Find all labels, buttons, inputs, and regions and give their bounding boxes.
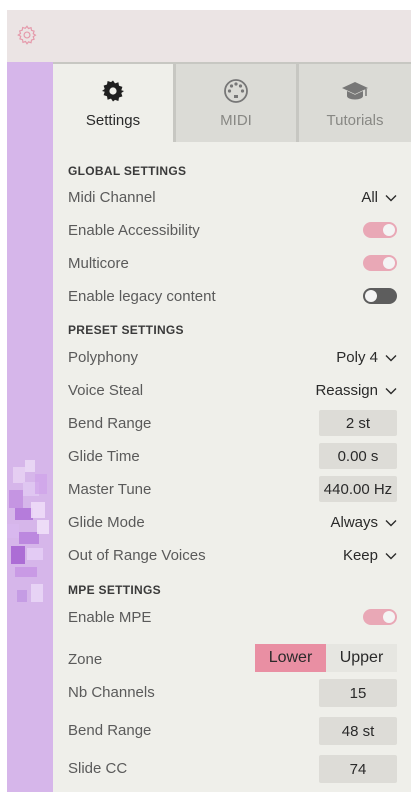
mpe-bend-range-label: Bend Range [68,722,152,739]
bend-range-label: Bend Range [68,415,152,432]
glide-mode-label: Glide Mode [68,514,145,531]
graduation-cap-icon [341,78,369,104]
tab-midi[interactable]: MIDI [176,64,296,142]
mpe-bend-range-field[interactable]: 48 st [319,717,397,745]
chevron-down-icon [385,387,397,394]
tab-tutorials-label: Tutorials [326,112,384,129]
legacy-content-row: Enable legacy content [53,282,411,312]
nb-channels-label: Nb Channels [68,684,155,701]
settings-toggle-button[interactable] [13,21,41,49]
polyphony-row: Polyphony Poly 4 [53,343,411,373]
sidebar-strip [7,62,53,792]
out-of-range-dropdown[interactable]: Keep [343,547,397,564]
accessibility-toggle[interactable] [363,222,397,238]
top-bar [7,10,411,62]
voice-steal-row: Voice Steal Reassign [53,376,411,406]
toggle-knob [383,257,395,269]
polyphony-dropdown[interactable]: Poly 4 [336,349,397,366]
nb-channels-row: Nb Channels 15 [53,678,411,708]
slide-cc-label: Slide CC [68,760,128,777]
pixel-cluster-decoration [7,460,49,602]
toggle-knob [365,290,377,302]
bend-range-row: Bend Range 2 st [53,409,411,439]
gear-icon [101,78,125,104]
preset-settings-heading: PRESET SETTINGS [68,323,184,337]
toggle-knob [383,224,395,236]
glide-time-row: Glide Time 0.00 s [53,442,411,472]
out-of-range-row: Out of Range Voices Keep [53,541,411,571]
multicore-label: Multicore [68,255,129,272]
midi-channel-value: All [361,189,378,206]
nb-channels-field[interactable]: 15 [319,679,397,707]
master-tune-row: Master Tune 440.00 Hz [53,475,411,505]
midi-channel-row: Midi Channel All [53,183,411,213]
glide-mode-row: Glide Mode Always [53,508,411,538]
master-tune-label: Master Tune [68,481,152,498]
global-settings-heading: GLOBAL SETTINGS [68,164,187,178]
glide-mode-value: Always [330,514,378,531]
midi-port-icon [223,78,249,104]
enable-mpe-row: Enable MPE [53,603,411,633]
midi-channel-label: Midi Channel [68,189,156,206]
out-of-range-label: Out of Range Voices [68,547,206,564]
slide-cc-field[interactable]: 74 [319,755,397,783]
chevron-down-icon [385,519,397,526]
enable-mpe-toggle[interactable] [363,609,397,625]
multicore-toggle[interactable] [363,255,397,271]
master-tune-field[interactable]: 440.00 Hz [319,476,397,502]
slide-cc-row: Slide CC 74 [53,754,411,784]
multicore-row: Multicore [53,249,411,279]
zone-label: Zone [68,651,103,668]
gear-outline-icon [17,25,37,45]
chevron-down-icon [385,194,397,201]
tab-bar: Settings MIDI Tutorials [53,62,411,142]
out-of-range-value: Keep [342,547,378,564]
legacy-content-label: Enable legacy content [68,288,216,305]
zone-lower-option[interactable]: Lower [255,644,326,672]
zone-row: Zone Lower Upper [53,644,411,675]
accessibility-row: Enable Accessibility [53,216,411,246]
glide-time-label: Glide Time [68,448,140,465]
toggle-knob [383,611,395,623]
mpe-bend-range-row: Bend Range 48 st [53,716,411,746]
bend-range-field[interactable]: 2 st [319,410,397,436]
glide-mode-dropdown[interactable]: Always [330,514,397,531]
accessibility-label: Enable Accessibility [68,222,200,239]
tab-midi-label: MIDI [220,112,252,129]
tab-settings[interactable]: Settings [53,64,173,142]
voice-steal-value: Reassign [315,382,378,399]
voice-steal-dropdown[interactable]: Reassign [315,382,397,399]
glide-time-field[interactable]: 0.00 s [319,443,397,469]
polyphony-value: Poly 4 [336,349,378,366]
legacy-content-toggle[interactable] [363,288,397,304]
enable-mpe-label: Enable MPE [68,609,152,626]
chevron-down-icon [385,354,397,361]
midi-channel-dropdown[interactable]: All [361,189,397,206]
zone-upper-option[interactable]: Upper [326,644,397,672]
voice-steal-label: Voice Steal [68,382,144,399]
chevron-down-icon [385,552,397,559]
tab-settings-label: Settings [85,112,141,129]
polyphony-label: Polyphony [68,349,139,366]
settings-panel: Settings MIDI Tutorials GLOBAL SETTINGS … [53,62,411,792]
tab-tutorials[interactable]: Tutorials [299,64,411,142]
zone-segmented-control: Lower Upper [255,644,397,672]
mpe-settings-heading: MPE SETTINGS [68,583,161,597]
